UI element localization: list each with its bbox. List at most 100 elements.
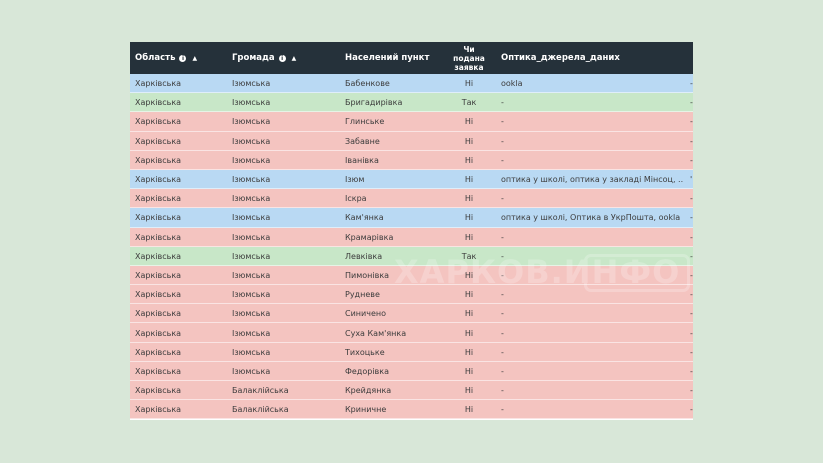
application-cell: Ні	[464, 213, 474, 223]
truncated-cell: -	[690, 155, 693, 165]
settlement-cell: Іскра	[345, 194, 367, 204]
hromada-cell: Ізюмська	[232, 79, 271, 89]
optics-cell: -	[501, 405, 504, 415]
truncated-cell: -	[690, 136, 693, 146]
table-row[interactable]: Харківська Ізюмська Іскра Ні - -	[130, 189, 693, 209]
application-cell: Ні	[464, 309, 474, 319]
column-header-label: Населений пункт	[345, 53, 430, 63]
settlement-cell: Кам'янка	[345, 213, 384, 223]
optics-cell: -	[501, 117, 504, 127]
truncated-cell: -	[690, 117, 693, 127]
truncated-cell: -	[690, 347, 693, 357]
application-cell: Ні	[464, 155, 474, 165]
table-row[interactable]: Харківська Ізюмська Крамарівка Ні - -	[130, 227, 693, 247]
table-row[interactable]: Харківська Ізюмська Кам'янка Ні оптика у шко…	[130, 208, 693, 228]
optics-cell: оптика у школі, Оптика в УкрПошта, ookla	[501, 213, 681, 223]
table-row[interactable]: Харківська Ізюмська Ізюм Ні оптика у школі, …	[130, 169, 693, 190]
table-row[interactable]: Харківська Балаклійська Криничне Ні - -	[130, 400, 693, 420]
region-cell: Харківська	[135, 405, 182, 415]
application-cell: Ні	[464, 232, 474, 242]
table-row[interactable]: Харківська Ізюмська Глинське Ні - -	[130, 112, 693, 132]
hromada-cell: Ізюмська	[232, 232, 271, 242]
table-row[interactable]: Харківська Ізюмська Іванівка Ні - -	[130, 150, 693, 170]
table-row[interactable]: Харківська Ізюмська Рудневе Ні - -	[130, 285, 693, 305]
settlement-cell: Тихоцьке	[345, 347, 385, 357]
table-body: Харківська Ізюмська Бабенкове Ні ookla - Харкі…	[130, 74, 693, 420]
table-row[interactable]: Харківська Ізюмська Суха Кам'янка Ні - -	[130, 323, 693, 343]
truncated-cell: -	[690, 232, 693, 242]
application-cell: Ні	[464, 347, 474, 357]
application-cell: Так	[461, 251, 477, 261]
column-header-application[interactable]: Чи подана заявка	[448, 42, 490, 74]
truncated-cell: -	[690, 386, 693, 396]
table-row[interactable]: Харківська Ізюмська Пимонівка Ні - -	[130, 265, 693, 286]
settlement-cell: Рудневе	[345, 290, 380, 300]
truncated-cell: -	[690, 270, 693, 280]
sort-ascending-icon[interactable]: ▲	[192, 55, 197, 62]
optics-cell: -	[501, 155, 504, 165]
column-header-settlement[interactable]: Населений пункт	[345, 42, 429, 74]
sort-ascending-icon[interactable]: ▲	[292, 55, 297, 62]
table-row[interactable]: Харківська Ізюмська Бабенкове Ні ookla -	[130, 74, 693, 94]
data-table: Область i ▲ Громада i ▲ Населений пункт …	[130, 42, 693, 420]
application-cell: Ні	[464, 270, 474, 280]
region-cell: Харківська	[135, 366, 182, 376]
optics-cell: -	[501, 98, 504, 108]
region-cell: Харківська	[135, 79, 182, 89]
info-icon[interactable]: i	[278, 54, 286, 62]
region-cell: Харківська	[135, 136, 182, 146]
application-cell: Ні	[464, 386, 474, 396]
truncated-cell: -	[690, 251, 693, 261]
table-row[interactable]: Харківська Ізюмська Левківка Так - -	[130, 246, 693, 266]
region-cell: Харківська	[135, 98, 182, 108]
region-cell: Харківська	[135, 386, 182, 396]
truncated-cell: -	[690, 290, 693, 300]
table-row[interactable]: Харківська Ізюмська Синичено Ні - -	[130, 304, 693, 324]
hromada-cell: Ізюмська	[232, 213, 271, 223]
optics-cell: -	[501, 309, 504, 319]
region-cell: Харківська	[135, 328, 182, 338]
truncated-cell: -	[690, 328, 693, 338]
optics-cell: -	[501, 328, 504, 338]
column-header-truncated[interactable]	[688, 42, 693, 74]
info-icon[interactable]: i	[179, 54, 187, 62]
hromada-cell: Ізюмська	[232, 136, 271, 146]
optics-cell: -	[501, 136, 504, 146]
settlement-cell: Бригадирівка	[345, 98, 403, 108]
optics-cell: оптика у школі, оптика у закладі Мінсоц,…	[501, 175, 684, 185]
application-cell: Ні	[464, 405, 474, 415]
hromada-cell: Ізюмська	[232, 251, 271, 261]
table-row[interactable]: Харківська Ізюмська Тихоцьке Ні - -	[130, 342, 693, 362]
table-row[interactable]: Харківська Ізюмська Бригадирівка Так - -	[130, 93, 693, 113]
truncated-cell: -	[690, 405, 693, 415]
settlement-cell: Іванівка	[345, 155, 379, 165]
column-header-label: Громада	[232, 53, 275, 63]
settlement-cell: Левківка	[345, 251, 383, 261]
column-header-label: Оптика_джерела_даних	[501, 53, 620, 63]
settlement-cell: Крейдянка	[345, 386, 392, 396]
column-header-label: Область	[135, 53, 176, 63]
table-row[interactable]: Харківська Ізюмська Забавне Ні - -	[130, 131, 693, 151]
application-cell: Ні	[464, 136, 474, 146]
settlement-cell: Крамарівка	[345, 232, 394, 242]
truncated-cell: '	[690, 175, 693, 185]
hromada-cell: Ізюмська	[232, 98, 271, 108]
hromada-cell: Ізюмська	[232, 117, 271, 127]
table-row[interactable]: Харківська Ізюмська Федорівка Ні - -	[130, 361, 693, 381]
region-cell: Харківська	[135, 213, 182, 223]
column-header-region[interactable]: Область i ▲	[135, 42, 197, 74]
optics-cell: -	[501, 347, 504, 357]
settlement-cell: Глинське	[345, 117, 385, 127]
optics-cell: -	[501, 290, 504, 300]
settlement-cell: Синичено	[345, 309, 386, 319]
region-cell: Харківська	[135, 194, 182, 204]
hromada-cell: Балаклійська	[232, 405, 289, 415]
table-row[interactable]: Харківська Балаклійська Крейдянка Ні - -	[130, 381, 693, 401]
application-cell: Ні	[464, 175, 474, 185]
hromada-cell: Балаклійська	[232, 386, 289, 396]
column-header-optics[interactable]: Оптика_джерела_даних	[501, 42, 620, 74]
settlement-cell: Забавне	[345, 136, 380, 146]
hromada-cell: Ізюмська	[232, 290, 271, 300]
region-cell: Харківська	[135, 251, 182, 261]
column-header-hromada[interactable]: Громада i ▲	[232, 42, 296, 74]
